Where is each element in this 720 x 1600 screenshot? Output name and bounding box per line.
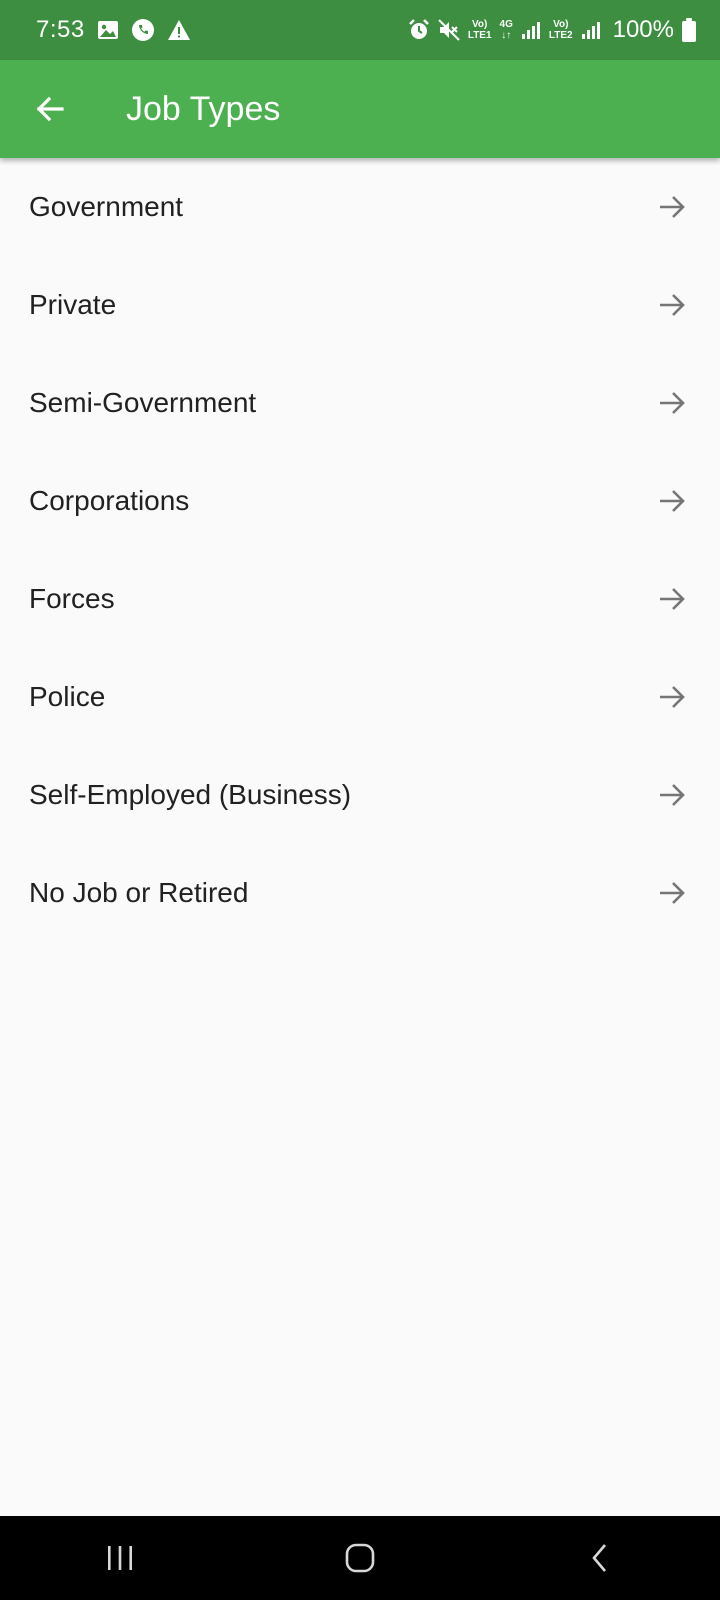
job-type-self-employed[interactable]: Self-Employed (Business)	[0, 746, 720, 844]
data-arrows-icon: ↓↑	[501, 30, 512, 41]
volte-1-top: Vo)	[472, 19, 488, 30]
job-type-forces[interactable]: Forces	[0, 550, 720, 648]
arrow-right-icon	[656, 191, 688, 223]
status-left: 7:53	[36, 16, 191, 44]
mute-icon	[438, 19, 460, 41]
network-type: 4G ↓↑	[500, 19, 513, 41]
signal-1-icon	[521, 21, 541, 39]
list-item-label: Self-Employed (Business)	[29, 779, 352, 810]
list-item-label: Private	[29, 289, 117, 320]
volte-2: Vo) LTE2	[549, 19, 573, 41]
whatsapp-icon	[131, 18, 155, 42]
signal-2-icon	[581, 21, 601, 39]
status-right: Vo) LTE1 4G ↓↑ Vo) LTE2 100%	[408, 16, 696, 44]
warning-icon	[167, 19, 191, 41]
system-back-button[interactable]	[540, 1516, 660, 1600]
arrow-right-icon	[656, 877, 688, 909]
recents-icon	[108, 1546, 132, 1570]
list-item-label: Corporations	[29, 485, 190, 516]
back-button[interactable]	[0, 60, 100, 158]
arrow-right-icon	[656, 289, 688, 321]
back-icon	[592, 1544, 606, 1572]
job-type-police[interactable]: Police	[0, 648, 720, 746]
list-item-label: No Job or Retired	[29, 877, 249, 908]
battery-icon	[682, 18, 696, 42]
list-item-label: Semi-Government	[29, 387, 257, 418]
list-item-label: Government	[29, 191, 184, 222]
list-item-label: Police	[29, 681, 106, 712]
home-button[interactable]	[300, 1516, 420, 1600]
system-nav-bar	[0, 1516, 720, 1600]
volte-1: Vo) LTE1	[468, 19, 492, 41]
page-title: Job Types	[126, 89, 281, 128]
arrow-right-icon	[656, 779, 688, 811]
volte-1-bottom: LTE1	[467, 30, 492, 41]
battery-percent: 100%	[612, 16, 674, 43]
volte-2-bottom: LTE2	[548, 30, 573, 41]
alarm-icon	[408, 19, 430, 41]
arrow-left-icon	[36, 96, 64, 122]
job-type-no-job-or-retired[interactable]: No Job or Retired	[0, 844, 720, 942]
volte-2-top: Vo)	[553, 19, 569, 30]
arrow-right-icon	[656, 583, 688, 615]
arrow-right-icon	[656, 387, 688, 419]
job-type-semi-government[interactable]: Semi-Government	[0, 354, 720, 452]
status-bar: 7:53 Vo) LTE1 4G ↓↑ Vo) LTE2 100%	[0, 0, 720, 60]
status-time: 7:53	[36, 16, 85, 43]
gallery-icon	[97, 20, 119, 40]
job-type-government[interactable]: Government	[0, 158, 720, 256]
job-type-corporations[interactable]: Corporations	[0, 452, 720, 550]
arrow-right-icon	[656, 681, 688, 713]
list-item-label: Forces	[29, 583, 115, 614]
home-icon	[345, 1543, 375, 1573]
job-types-list: Government Private Semi-Government Corpo…	[0, 158, 720, 942]
network-type-label: 4G	[499, 19, 513, 30]
job-type-private[interactable]: Private	[0, 256, 720, 354]
app-bar: Job Types	[0, 60, 720, 158]
recents-button[interactable]	[60, 1516, 180, 1600]
arrow-right-icon	[656, 485, 688, 517]
